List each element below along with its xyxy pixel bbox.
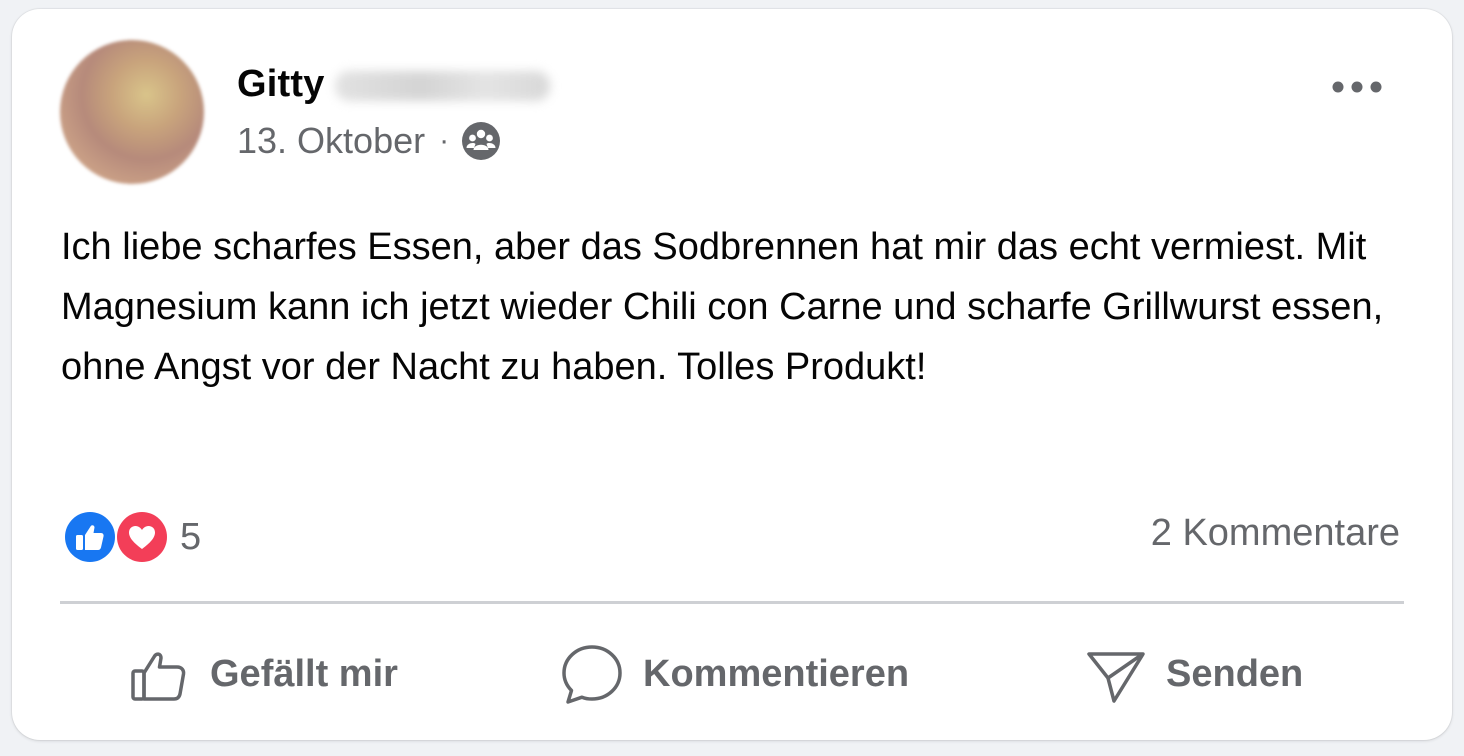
comment-bubble-icon (562, 645, 622, 704)
post-date[interactable]: 13. Oktober (237, 120, 425, 162)
author-name[interactable]: Gitty (237, 63, 325, 106)
send-button[interactable]: Senden (1084, 639, 1303, 709)
send-button-label: Senden (1166, 652, 1304, 695)
post-meta: 13. Oktober · (237, 119, 501, 163)
author-row: Gitty (237, 61, 550, 107)
love-reaction-icon (115, 510, 169, 564)
comment-button[interactable]: Kommentieren (559, 639, 909, 709)
comment-button-label: Kommentieren (643, 652, 910, 695)
send-icon (1087, 652, 1145, 703)
more-options-button[interactable] (1325, 67, 1389, 107)
friends-icon[interactable] (461, 121, 501, 161)
reaction-count: 5 (180, 515, 202, 558)
like-reaction-icon (63, 510, 117, 564)
reaction-icons (62, 509, 174, 565)
post-card: Gitty 13. Oktober · Ich liebe scharfes E… (12, 9, 1452, 740)
comments-count-link[interactable]: 2 Kommentare (1151, 512, 1400, 555)
post-body: Ich liebe scharfes Essen, aber das Sodbr… (61, 226, 1384, 388)
like-button-label: Gefällt mir (210, 652, 398, 695)
thumbs-up-icon (131, 652, 186, 701)
reactions-summary[interactable]: 5 (62, 509, 201, 565)
like-button[interactable]: Gefällt mir (130, 639, 398, 709)
avatar[interactable] (60, 40, 204, 184)
ellipsis-icon (1332, 81, 1382, 93)
meta-separator: · (439, 124, 450, 157)
divider (60, 601, 1404, 604)
author-last-name-redacted (334, 71, 550, 101)
